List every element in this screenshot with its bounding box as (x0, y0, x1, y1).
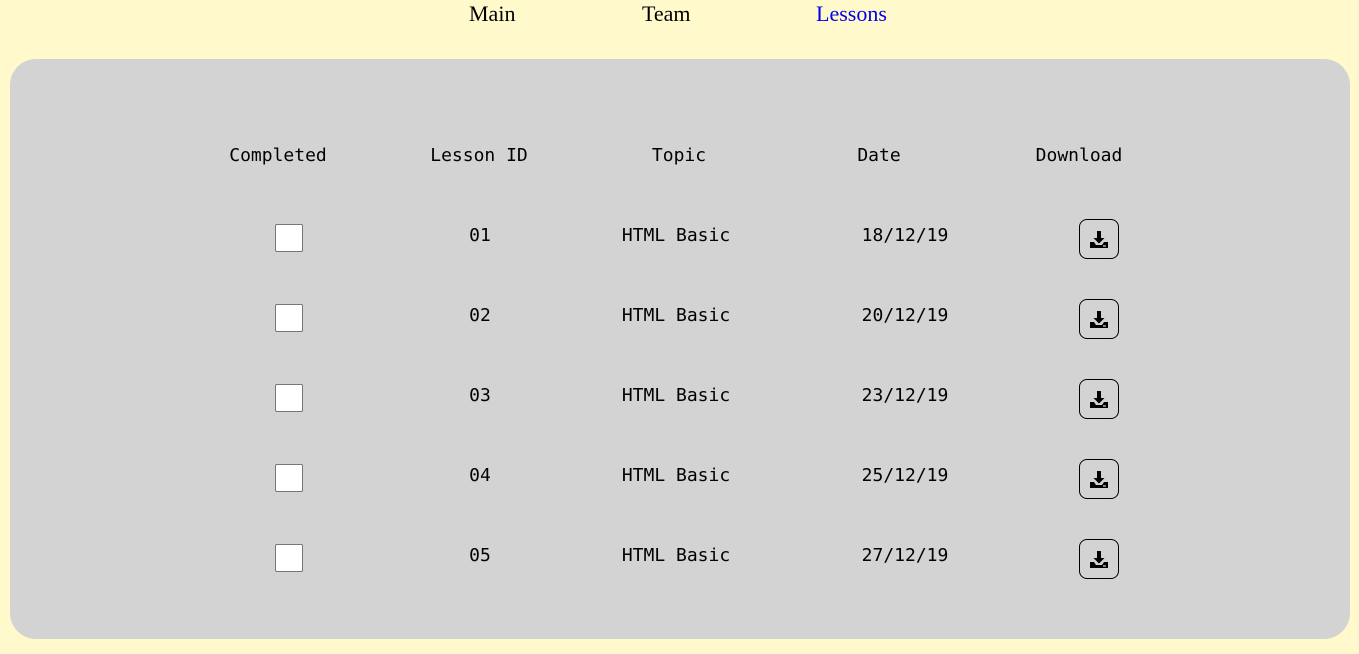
lesson-topic: HTML Basic (621, 385, 731, 406)
header-date: Date (857, 145, 901, 166)
header-topic: Topic (651, 145, 707, 166)
lesson-topic: HTML Basic (621, 305, 731, 326)
lesson-id: 05 (469, 545, 491, 566)
header-download: Download (1035, 145, 1123, 166)
lesson-id: 01 (469, 225, 491, 246)
lesson-date: 25/12/19 (861, 465, 949, 486)
lesson-date: 27/12/19 (861, 545, 949, 566)
download-button[interactable] (1079, 459, 1119, 499)
download-icon (1088, 308, 1110, 330)
nav-link-team[interactable]: Team (642, 1, 691, 27)
lesson-id: 04 (469, 465, 491, 486)
download-button[interactable] (1079, 379, 1119, 419)
download-button[interactable] (1079, 299, 1119, 339)
nav-link-lessons[interactable]: Lessons (816, 1, 887, 27)
lesson-date: 20/12/19 (861, 305, 949, 326)
nav-link-main[interactable]: Main (469, 1, 515, 27)
lesson-topic: HTML Basic (621, 545, 731, 566)
top-nav: Main Team Lessons (0, 0, 1359, 30)
completed-checkbox[interactable] (275, 384, 303, 412)
lesson-topic: HTML Basic (621, 225, 731, 246)
download-icon (1088, 468, 1110, 490)
download-button[interactable] (1079, 539, 1119, 579)
download-button[interactable] (1079, 219, 1119, 259)
download-icon (1088, 388, 1110, 410)
lesson-id: 03 (469, 385, 491, 406)
completed-checkbox[interactable] (275, 544, 303, 572)
lesson-date: 18/12/19 (861, 225, 949, 246)
header-lesson-id: Lesson ID (430, 145, 528, 166)
completed-checkbox[interactable] (275, 464, 303, 492)
completed-checkbox[interactable] (275, 224, 303, 252)
completed-checkbox[interactable] (275, 304, 303, 332)
download-icon (1088, 548, 1110, 570)
header-completed: Completed (229, 145, 327, 166)
lessons-panel: Completed Lesson ID Topic Date Download … (10, 59, 1350, 639)
lesson-date: 23/12/19 (861, 385, 949, 406)
download-icon (1088, 228, 1110, 250)
lesson-id: 02 (469, 305, 491, 326)
lesson-topic: HTML Basic (621, 465, 731, 486)
